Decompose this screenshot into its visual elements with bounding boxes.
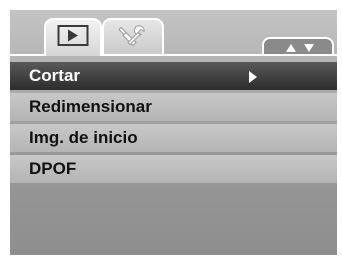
camera-menu-screen: Cortar Redimensionar Img. de inicio DPOF [10,10,337,255]
menu-list: Cortar Redimensionar Img. de inicio DPOF [10,62,337,186]
menu-item-label: Cortar [29,66,81,85]
menu-item-label: Img. de inicio [29,128,138,147]
menu-tab-bar [10,10,337,56]
menu-item-dpof[interactable]: DPOF [10,155,337,183]
menu-item-redimensionar[interactable]: Redimensionar [10,93,337,121]
chevron-right-icon [249,71,257,83]
menu-item-cortar[interactable]: Cortar [10,62,337,90]
playback-icon [57,25,89,52]
menu-item-label: Redimensionar [29,97,152,116]
menu-item-label: DPOF [29,159,77,178]
tab-settings[interactable] [102,18,164,56]
wrench-settings-icon [116,24,150,53]
tab-playback[interactable] [44,18,102,56]
scroll-up-icon[interactable] [286,44,296,52]
menu-item-img-de-inicio[interactable]: Img. de inicio [10,124,337,152]
scroll-down-icon[interactable] [304,44,314,52]
